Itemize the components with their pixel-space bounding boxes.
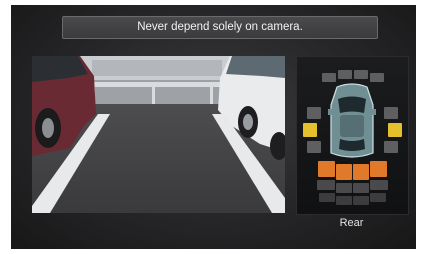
camera-view-label: Rear <box>339 217 364 229</box>
rear-sensor-outer-segment <box>353 183 369 193</box>
rear-sensor-outer-segment <box>370 193 386 202</box>
parking-sensor-diagram <box>303 70 402 205</box>
rear-sensor-outer-segment <box>317 180 335 190</box>
car-top-view-icon <box>328 83 376 158</box>
safety-warning-banner: Never depend solely on camera. <box>62 16 378 39</box>
rear-sensor-row <box>317 161 388 205</box>
right-sensor-segment <box>384 107 398 119</box>
front-sensor-segment <box>338 70 352 79</box>
front-sensor-segment <box>370 73 384 82</box>
parking-sensor-panel <box>296 56 409 215</box>
rear-sensor-segment <box>318 161 335 177</box>
front-sensor-row <box>322 70 384 82</box>
left-sensor-segment <box>303 123 317 137</box>
rear-sensor-segment <box>336 164 352 180</box>
display-screen: Never depend solely on camera. Rear <box>11 5 416 249</box>
right-sensor-column <box>384 107 402 153</box>
left-sensor-column <box>303 107 321 153</box>
rear-camera-image <box>32 56 285 213</box>
rear-sensor-outer-segment <box>370 180 388 190</box>
right-sensor-segment <box>384 141 398 153</box>
rear-sensor-segment <box>370 161 387 177</box>
left-sensor-segment <box>307 141 321 153</box>
left-sensor-segment <box>307 107 321 119</box>
rear-sensor-outer-segment <box>336 196 352 205</box>
front-sensor-segment <box>354 70 368 79</box>
rear-camera-view <box>32 56 285 213</box>
right-sensor-segment <box>388 123 402 137</box>
rear-sensor-segment <box>353 164 369 180</box>
rear-sensor-outer-segment <box>336 183 352 193</box>
rear-sensor-outer-segment <box>353 196 369 205</box>
front-sensor-segment <box>322 73 336 82</box>
rear-sensor-outer-segment <box>319 193 335 202</box>
